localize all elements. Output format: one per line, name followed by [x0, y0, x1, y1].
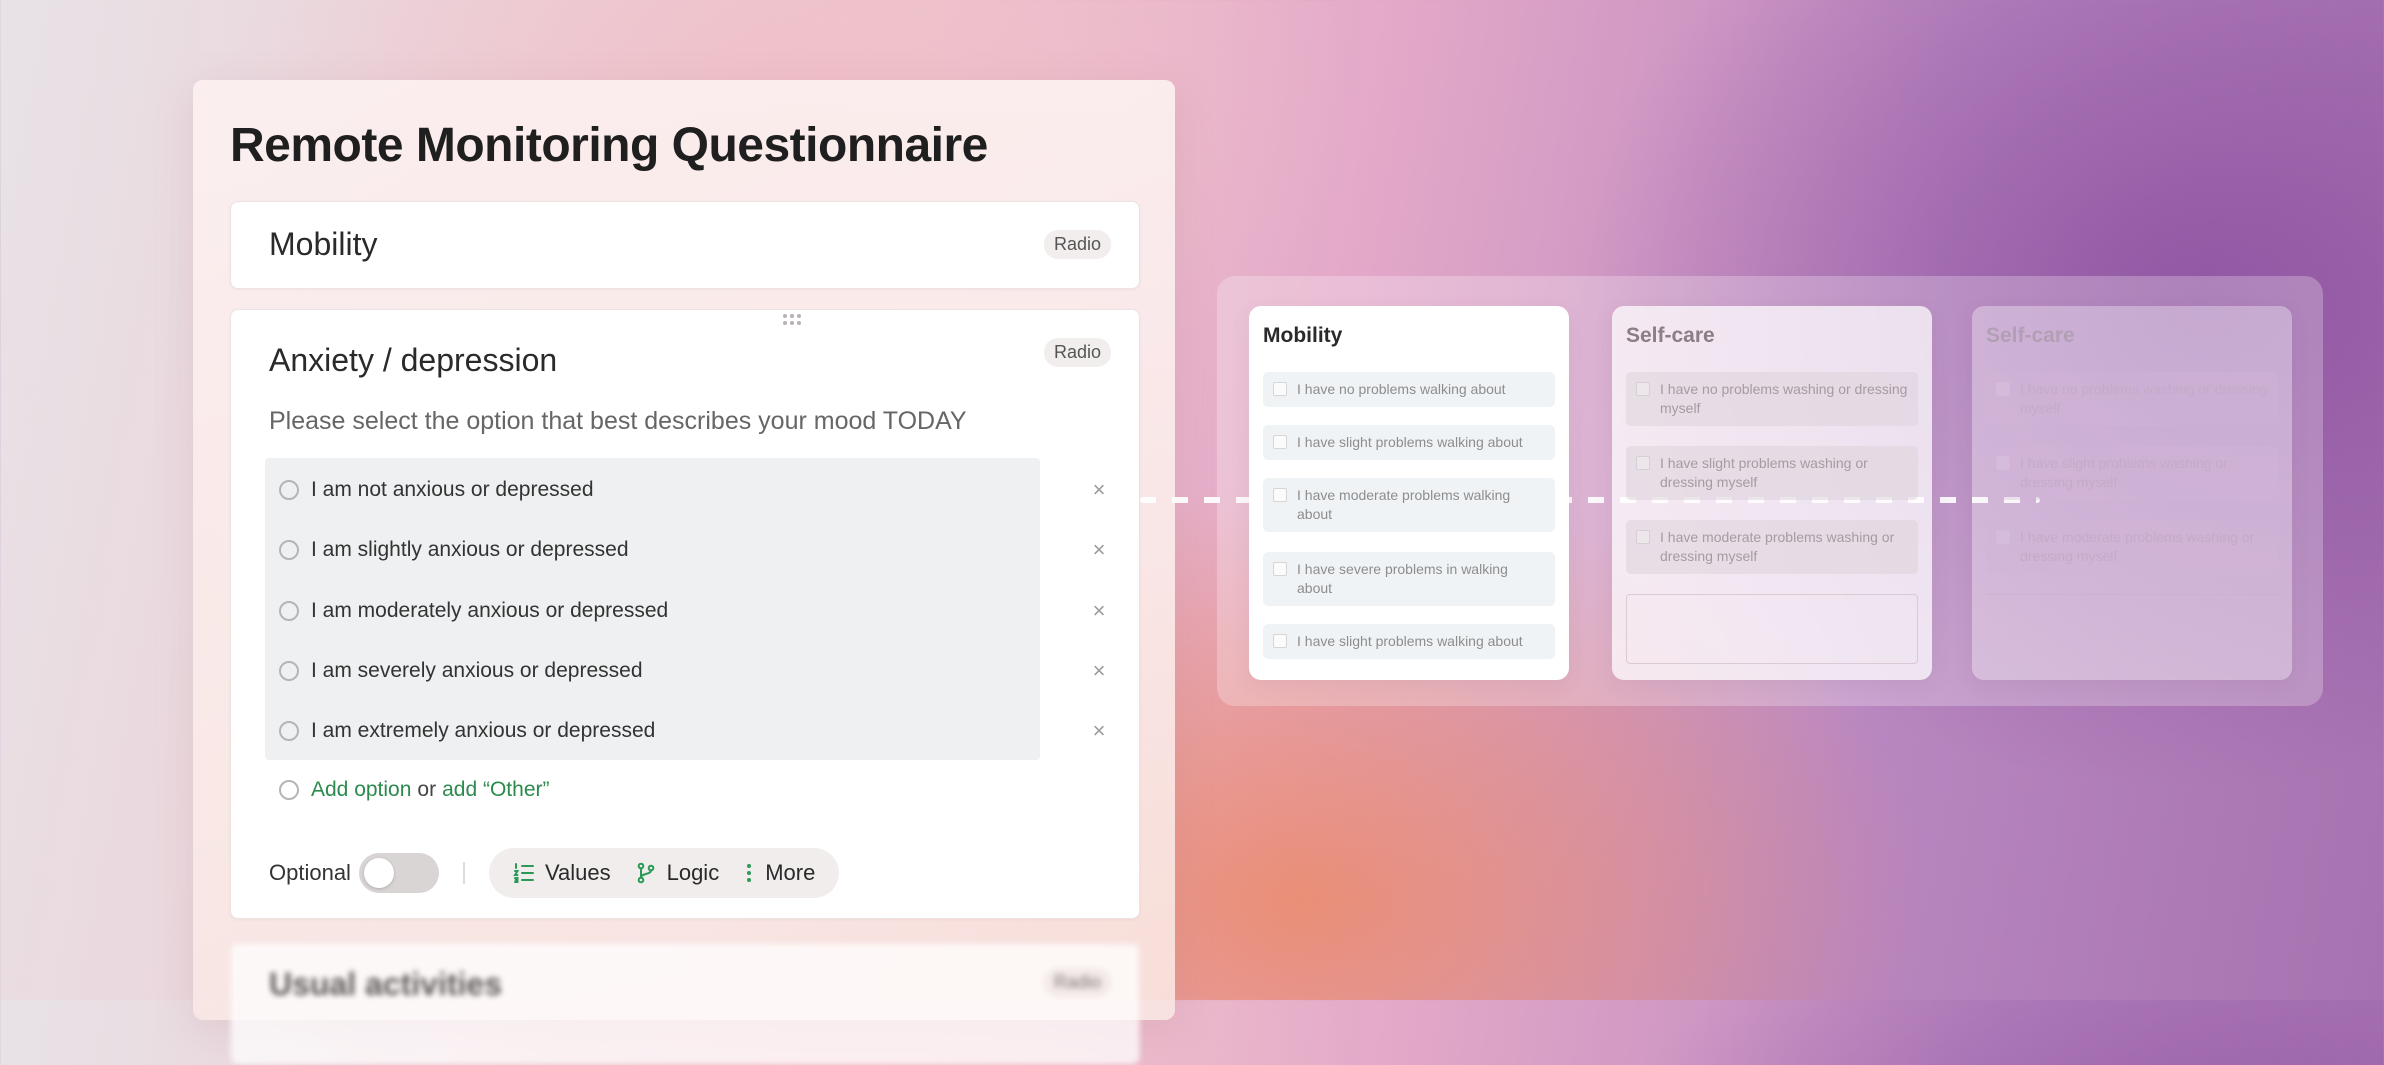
checkbox-icon[interactable]	[1996, 456, 2010, 470]
add-other-link[interactable]: add “Other”	[442, 778, 549, 802]
question-card-anxiety[interactable]: Anxiety / depression Radio Please select…	[230, 309, 1140, 919]
optional-toggle[interactable]	[358, 853, 439, 893]
optional-label: Optional	[269, 860, 351, 885]
checkbox-icon[interactable]	[1636, 382, 1650, 396]
logic-button[interactable]: Logic	[635, 860, 720, 886]
preview-card-title: Self-care	[1986, 324, 2075, 347]
preview-option[interactable]: I have moderate problems walking about	[1263, 478, 1555, 532]
question-title: Mobility	[269, 226, 378, 262]
checkbox-icon[interactable]	[1273, 634, 1287, 648]
option-label[interactable]: I am not anxious or depressed	[311, 478, 1089, 502]
preview-option[interactable]: I have slight problems washing or dressi…	[1986, 446, 2278, 500]
preview-option[interactable]: I have moderate problems washing or dres…	[1986, 520, 2278, 574]
preview-option-label: I have no problems walking about	[1297, 381, 1506, 397]
preview-option[interactable]: I have moderate problems washing or dres…	[1626, 520, 1918, 574]
question-title: Usual activities	[269, 966, 502, 1002]
preview-option-label: I have moderate problems walking about	[1297, 487, 1511, 522]
question-card-mobility[interactable]: Mobility Radio	[230, 201, 1140, 289]
radio-circle-icon[interactable]	[279, 540, 299, 560]
preview-option[interactable]: I have slight problems walking about	[1263, 425, 1555, 460]
radio-circle-icon[interactable]	[279, 601, 299, 621]
question-type-badge: Radio	[1043, 230, 1111, 259]
preview-option[interactable]: I have severe problems in walking about	[1263, 552, 1555, 606]
preview-option-label: I have severe problems in walking about	[1297, 561, 1508, 596]
option-label[interactable]: I am moderately anxious or depressed	[311, 599, 1089, 623]
question-title[interactable]: Anxiety / depression	[269, 342, 557, 379]
option-label[interactable]: I am extremely anxious or depressed	[311, 719, 1089, 743]
add-option-row: Add option or add “Other”	[265, 768, 550, 812]
questionnaire-panel: Remote Monitoring Questionnaire Mobility…	[193, 80, 1175, 1065]
preview-card-mobility: Mobility I have no problems walking abou…	[1249, 306, 1569, 680]
preview-card-title: Mobility	[1263, 324, 1343, 347]
numbered-list-icon	[513, 863, 534, 883]
more-label[interactable]: More	[765, 860, 815, 886]
preview-option-label: I have slight problems washing or dressi…	[1660, 455, 1868, 490]
question-type-badge[interactable]: Radio	[1043, 338, 1111, 367]
checkbox-icon[interactable]	[1273, 435, 1287, 449]
question-footer: Optional Values Logic More	[269, 848, 840, 898]
preview-option-label: I have slight problems walking about	[1297, 633, 1523, 649]
close-icon[interactable]: ×	[1089, 479, 1109, 501]
question-card-usual-activities[interactable]: Usual activities Radio	[230, 943, 1140, 1065]
preview-option-label: I have moderate problems washing or dres…	[1660, 529, 1895, 564]
radio-circle-icon[interactable]	[279, 480, 299, 500]
preview-panel: Mobility I have no problems walking abou…	[1217, 276, 2323, 706]
option-row[interactable]: I am slightly anxious or depressed ×	[265, 520, 1125, 580]
preview-option[interactable]: I have slight problems washing or dressi…	[1626, 446, 1918, 500]
toggle-knob	[363, 858, 394, 888]
close-icon[interactable]: ×	[1089, 600, 1109, 622]
option-row[interactable]: I am not anxious or depressed ×	[265, 460, 1125, 520]
values-label[interactable]: Values	[545, 860, 611, 886]
option-row[interactable]: I am severely anxious or depressed ×	[265, 641, 1125, 701]
radio-circle-icon[interactable]	[279, 721, 299, 741]
question-description[interactable]: Please select the option that best descr…	[269, 407, 967, 436]
more-button[interactable]: More	[743, 860, 815, 886]
close-icon[interactable]: ×	[1089, 660, 1109, 682]
question-toolbar: Values Logic More	[488, 848, 840, 898]
close-icon[interactable]: ×	[1089, 720, 1109, 742]
checkbox-icon[interactable]	[1996, 530, 2010, 544]
preview-card-self-care: Self-care I have no problems washing or …	[1612, 306, 1932, 680]
question-type-badge: Radio	[1043, 968, 1111, 997]
preview-option-label: I have moderate problems washing or dres…	[2020, 529, 2255, 564]
option-row[interactable]: I am moderately anxious or depressed ×	[265, 581, 1125, 641]
preview-option[interactable]: I have slight problems walking about	[1263, 624, 1555, 659]
radio-circle-icon[interactable]	[279, 661, 299, 681]
preview-option[interactable]: I have no problems washing or dressing m…	[1986, 372, 2278, 426]
checkbox-icon[interactable]	[1996, 382, 2010, 396]
option-label[interactable]: I am slightly anxious or depressed	[311, 538, 1089, 562]
values-button[interactable]: Values	[513, 860, 611, 886]
add-option-link[interactable]: Add option	[311, 778, 411, 802]
preview-empty-slot	[1626, 594, 1918, 664]
preview-option-label: I have slight problems washing or dressi…	[2020, 455, 2228, 490]
preview-option[interactable]: I have no problems washing or dressing m…	[1626, 372, 1918, 426]
preview-card-self-care-faded: Self-care I have no problems washing or …	[1972, 306, 2292, 680]
checkbox-icon[interactable]	[1636, 530, 1650, 544]
preview-option-label: I have no problems washing or dressing m…	[1660, 381, 1908, 416]
logic-label[interactable]: Logic	[667, 860, 720, 886]
radio-circle-icon	[279, 780, 299, 800]
preview-card-title: Self-care	[1626, 324, 1715, 347]
drag-handle-icon[interactable]	[783, 314, 805, 326]
page-title: Remote Monitoring Questionnaire	[230, 119, 988, 172]
checkbox-icon[interactable]	[1273, 488, 1287, 502]
preview-option[interactable]: I have no problems walking about	[1263, 372, 1555, 407]
checkbox-icon[interactable]	[1273, 382, 1287, 396]
preview-option-label: I have slight problems walking about	[1297, 434, 1523, 450]
preview-divider	[1986, 594, 2278, 596]
checkbox-icon[interactable]	[1273, 562, 1287, 576]
preview-option-label: I have no problems washing or dressing m…	[2020, 381, 2268, 416]
branch-icon	[637, 862, 654, 884]
close-icon[interactable]: ×	[1089, 539, 1109, 561]
add-or-text: or	[417, 778, 437, 801]
option-row[interactable]: I am extremely anxious or depressed ×	[265, 701, 1125, 761]
option-label[interactable]: I am severely anxious or depressed	[311, 659, 1089, 683]
checkbox-icon[interactable]	[1636, 456, 1650, 470]
divider	[462, 862, 465, 884]
vertical-dots-icon	[747, 864, 752, 882]
